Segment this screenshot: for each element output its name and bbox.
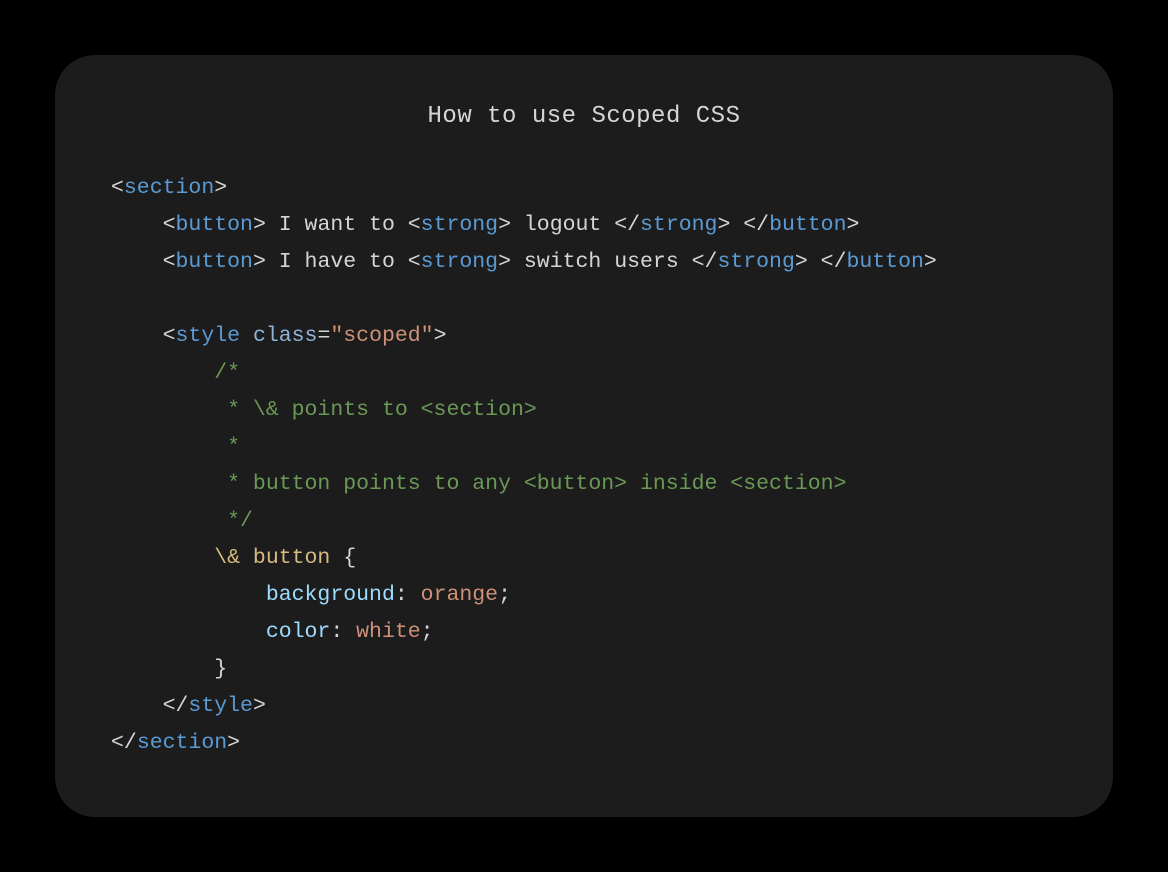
code-token: > [227,731,240,755]
code-line: <section> [111,176,227,200]
code-token [111,657,214,681]
code-token: color [266,620,331,644]
code-token [111,472,214,496]
code-token: section [124,176,214,200]
code-token [111,213,163,237]
code-token: > [253,694,266,718]
code-token: white [356,620,421,644]
code-line: * [111,435,240,459]
code-token [111,620,266,644]
code-token: > I want to < [253,213,421,237]
code-card: How to use Scoped CSS <section> <button>… [55,55,1113,817]
code-token: > switch users </ [498,250,717,274]
code-token [111,546,214,570]
code-token: < [163,250,176,274]
code-token [111,361,214,385]
code-token: style [176,324,241,348]
code-line: background: orange; [111,583,511,607]
code-token: : [330,620,356,644]
code-token: > </ [717,213,769,237]
code-token: ; [421,620,434,644]
code-token: < [163,324,176,348]
code-token: < [163,213,176,237]
code-token: > logout </ [498,213,640,237]
code-line: </section> [111,731,240,755]
code-token [111,324,163,348]
code-line: <button> I want to <strong> logout </str… [111,213,859,237]
code-token: * \& points to <section> [214,398,537,422]
code-token: { [330,546,356,570]
code-token: strong [717,250,794,274]
code-token [240,324,253,348]
code-token: > [924,250,937,274]
code-token: background [266,583,395,607]
code-token [111,250,163,274]
code-line: * \& points to <section> [111,398,537,422]
card-title: How to use Scoped CSS [111,103,1057,130]
code-line: color: white; [111,620,434,644]
code-token: = [317,324,330,348]
code-token: \& button [214,546,330,570]
code-token [111,509,214,533]
code-token: } [214,657,227,681]
code-token: > [846,213,859,237]
code-line: </style> [111,694,266,718]
code-token: </ [111,731,137,755]
code-line: <style class="scoped"> [111,324,446,348]
code-token: > [434,324,447,348]
code-token: > [214,176,227,200]
code-line: /* [111,361,240,385]
code-token: : [395,583,421,607]
code-token: button [846,250,923,274]
code-line: * button points to any <button> inside <… [111,472,846,496]
code-token: * [214,435,240,459]
code-token: section [137,731,227,755]
code-token [111,435,214,459]
code-token: /* [214,361,240,385]
code-token: ; [498,583,511,607]
code-token: button [176,213,253,237]
code-token: button [769,213,846,237]
code-token: orange [421,583,498,607]
code-token: style [188,694,253,718]
code-token: </ [163,694,189,718]
code-block: <section> <button> I want to <strong> lo… [111,170,1057,762]
code-token: "scoped" [330,324,433,348]
code-token: strong [421,213,498,237]
code-line: <button> I have to <strong> switch users… [111,250,937,274]
code-token [111,694,163,718]
code-token: * button points to any <button> inside <… [214,472,846,496]
code-line: \& button { [111,546,356,570]
code-token: strong [421,250,498,274]
code-token: > I have to < [253,250,421,274]
code-token: < [111,176,124,200]
code-token: class [253,324,318,348]
code-token: */ [214,509,253,533]
code-line: } [111,657,227,681]
code-token [111,583,266,607]
code-token [111,398,214,422]
code-line: */ [111,509,253,533]
code-token: button [176,250,253,274]
code-token: > </ [795,250,847,274]
code-token: strong [640,213,717,237]
